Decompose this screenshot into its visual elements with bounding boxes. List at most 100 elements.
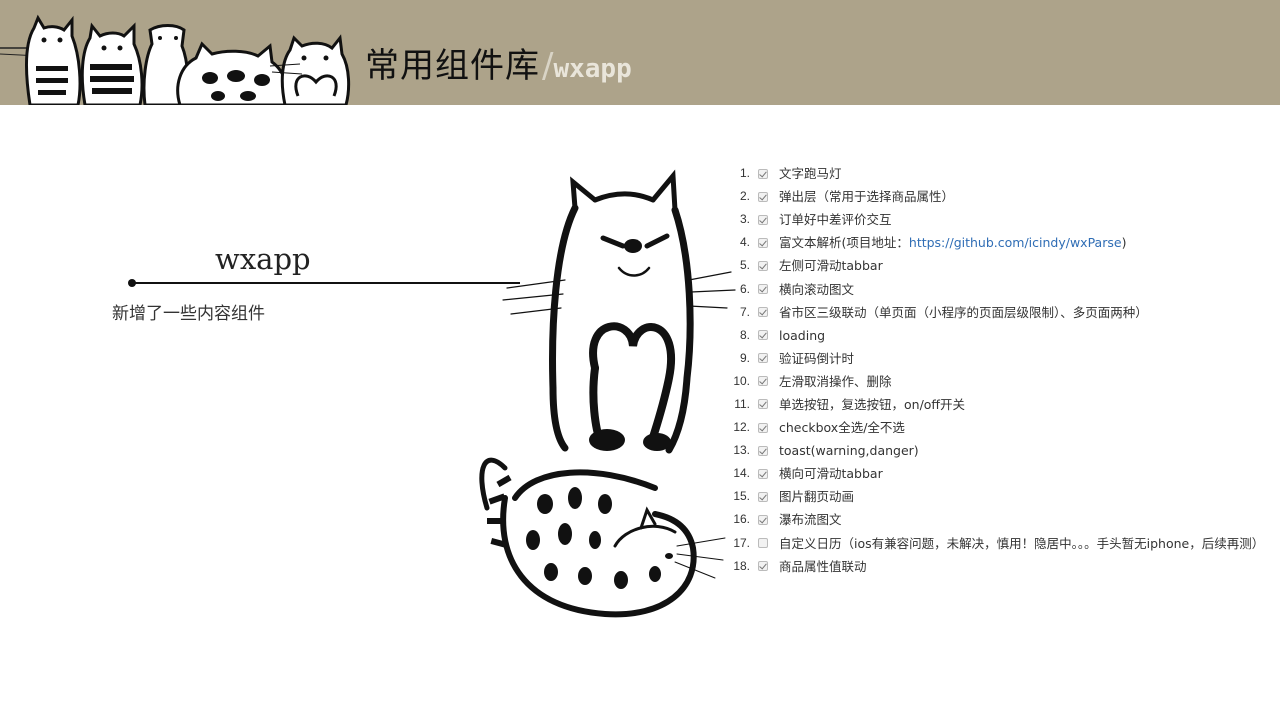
list-item: 13. toast(warning,danger) (726, 439, 1278, 462)
section-description: 新增了一些内容组件 (112, 304, 265, 324)
feature-checkbox[interactable] (758, 445, 768, 456)
list-item: 11. 单选按钮，复选按钮，on/off开关 (726, 393, 1278, 416)
feature-label: loading (779, 324, 825, 347)
list-item-number: 9. (739, 350, 750, 365)
section-label: wxapp (215, 242, 311, 276)
feature-label: 左侧可滑动tabbar (779, 254, 883, 277)
list-item: 18. 商品属性值联动 (726, 555, 1278, 578)
feature-checkbox[interactable] (758, 168, 768, 179)
feature-checkbox[interactable] (758, 376, 768, 387)
list-item-number: 17. (733, 535, 750, 550)
feature-label-text: 图片翻页动画 (779, 489, 855, 505)
list-item-number: 13. (733, 443, 750, 458)
feature-label: 省市区三级联动（单页面（小程序的页面层级限制）、多页面两种） (779, 301, 1148, 324)
list-item: 5. 左侧可滑动tabbar (726, 254, 1278, 277)
feature-checkbox[interactable] (758, 237, 768, 248)
list-item: 12. checkbox全选/全不选 (726, 416, 1278, 439)
feature-label: 商品属性值联动 (779, 555, 867, 578)
project-link[interactable]: https://github.com/icindy/wxParse (909, 235, 1122, 250)
list-item-number: 10. (733, 373, 750, 388)
feature-label: 自定义日历（ios有兼容问题，未解决，慎用！隐居中。。。手头暂无iphone，后… (779, 532, 1264, 555)
list-item-number: 4. (739, 235, 750, 250)
feature-label-text: checkbox全选/全不选 (779, 420, 905, 436)
feature-label: 单选按钮，复选按钮，on/off开关 (779, 393, 965, 416)
list-item-number: 11. (734, 396, 750, 411)
list-item: 15. 图片翻页动画 (726, 485, 1278, 508)
feature-checkbox[interactable] (758, 214, 768, 225)
page-title: 常用组件库/wxapp (365, 38, 632, 88)
feature-label-text: 瀑布流图文 (779, 512, 842, 528)
list-item: 1. 文字跑马灯 (726, 162, 1278, 185)
list-item-number: 16. (733, 512, 750, 527)
feature-label: 横向可滑动tabbar (779, 462, 883, 485)
feature-label-text: 自定义日历（ios有兼容问题，未解决，慎用！隐居中。。。手头暂无iphone，后… (779, 535, 1265, 551)
feature-checkbox[interactable] (758, 260, 768, 271)
list-item-number: 15. (733, 489, 750, 504)
list-item: 3. 订单好中差评价交互 (726, 208, 1278, 231)
feature-label-text: 订单好中差评价交互 (779, 212, 892, 228)
list-item: 6. 横向滚动图文 (726, 277, 1278, 300)
feature-label-text: 商品属性值联动 (779, 558, 867, 574)
feature-label: 弹出层（常用于选择商品属性） (779, 185, 954, 208)
feature-label-text: 弹出层（常用于选择商品属性） (779, 189, 955, 205)
feature-checkbox[interactable] (758, 468, 768, 479)
feature-label: 富文本解析(项目地址：https://github.com/icindy/wxP… (779, 231, 1126, 254)
feature-label-text: loading (779, 327, 826, 343)
list-item: 9. 验证码倒计时 (726, 347, 1278, 370)
feature-label: toast(warning,danger) (779, 439, 919, 462)
feature-label-text: toast(warning,danger) (779, 443, 919, 459)
feature-label-text: 富文本解析(项目地址： (779, 235, 909, 251)
feature-label: 左滑取消操作、删除 (779, 370, 892, 393)
feature-checkbox[interactable] (758, 491, 768, 502)
feature-label-text: 横向滚动图文 (779, 281, 855, 297)
title-subtitle: wxapp (553, 54, 632, 84)
feature-label: 图片翻页动画 (779, 485, 854, 508)
list-item-number: 2. (739, 189, 750, 204)
feature-label-text: 验证码倒计时 (779, 350, 855, 366)
feature-checkbox[interactable] (758, 399, 768, 410)
feature-label-text: 左侧可滑动tabbar (779, 258, 883, 274)
feature-checkbox[interactable] (758, 538, 768, 549)
feature-label-suffix: ) (1121, 235, 1127, 251)
list-item-number: 8. (739, 327, 750, 342)
cats-banner-illustration (0, 14, 351, 105)
list-item: 2. 弹出层（常用于选择商品属性） (726, 185, 1278, 208)
list-item: 14. 横向可滑动tabbar (726, 462, 1278, 485)
feature-label-text: 横向可滑动tabbar (779, 466, 883, 482)
list-item-number: 7. (739, 304, 750, 319)
feature-checkbox[interactable] (758, 422, 768, 433)
feature-list: 1. 文字跑马灯 2. 弹出层（常用于选择商品属性） 3. 订单好中差评价交互 4. 富文本解… (726, 162, 1278, 578)
feature-checkbox[interactable] (758, 561, 768, 572)
feature-label-text: 文字跑马灯 (779, 166, 842, 182)
title-main: 常用组件库 (365, 46, 540, 86)
list-item: 10. 左滑取消操作、删除 (726, 370, 1278, 393)
list-item-number: 6. (739, 281, 750, 296)
feature-label-text: 省市区三级联动（单页面（小程序的页面层级限制）、多页面两种） (779, 304, 1148, 320)
list-item-number: 14. (733, 466, 750, 481)
feature-checkbox[interactable] (758, 353, 768, 364)
list-item-number: 3. (739, 212, 750, 227)
list-item: 4. 富文本解析(项目地址：https://github.com/icindy/w… (726, 231, 1278, 254)
list-item-number: 5. (739, 258, 750, 273)
cats-illustration (479, 169, 736, 618)
list-item-number: 18. (733, 558, 750, 573)
feature-label: 订单好中差评价交互 (779, 208, 892, 231)
feature-checkbox[interactable] (758, 330, 768, 341)
header-banner: 常用组件库/wxapp (0, 0, 1280, 105)
feature-checkbox[interactable] (758, 284, 768, 295)
feature-label: 验证码倒计时 (779, 347, 854, 370)
list-item: 16. 瀑布流图文 (726, 508, 1278, 531)
feature-label-text: 单选按钮，复选按钮，on/off开关 (779, 396, 966, 412)
list-item-number: 12. (733, 420, 750, 435)
list-item: 17. 自定义日历（ios有兼容问题，未解决，慎用！隐居中。。。手头暂无iphon… (726, 532, 1278, 555)
feature-checkbox[interactable] (758, 191, 768, 202)
list-item: 8. loading (726, 324, 1278, 347)
feature-checkbox[interactable] (758, 307, 768, 318)
feature-label: checkbox全选/全不选 (779, 416, 905, 439)
feature-label: 文字跑马灯 (779, 162, 842, 185)
feature-checkbox[interactable] (758, 514, 768, 525)
feature-label: 横向滚动图文 (779, 278, 854, 301)
feature-label-text: 左滑取消操作、删除 (779, 373, 892, 389)
list-item: 7. 省市区三级联动（单页面（小程序的页面层级限制）、多页面两种） (726, 301, 1278, 324)
list-item-number: 1. (739, 166, 750, 181)
